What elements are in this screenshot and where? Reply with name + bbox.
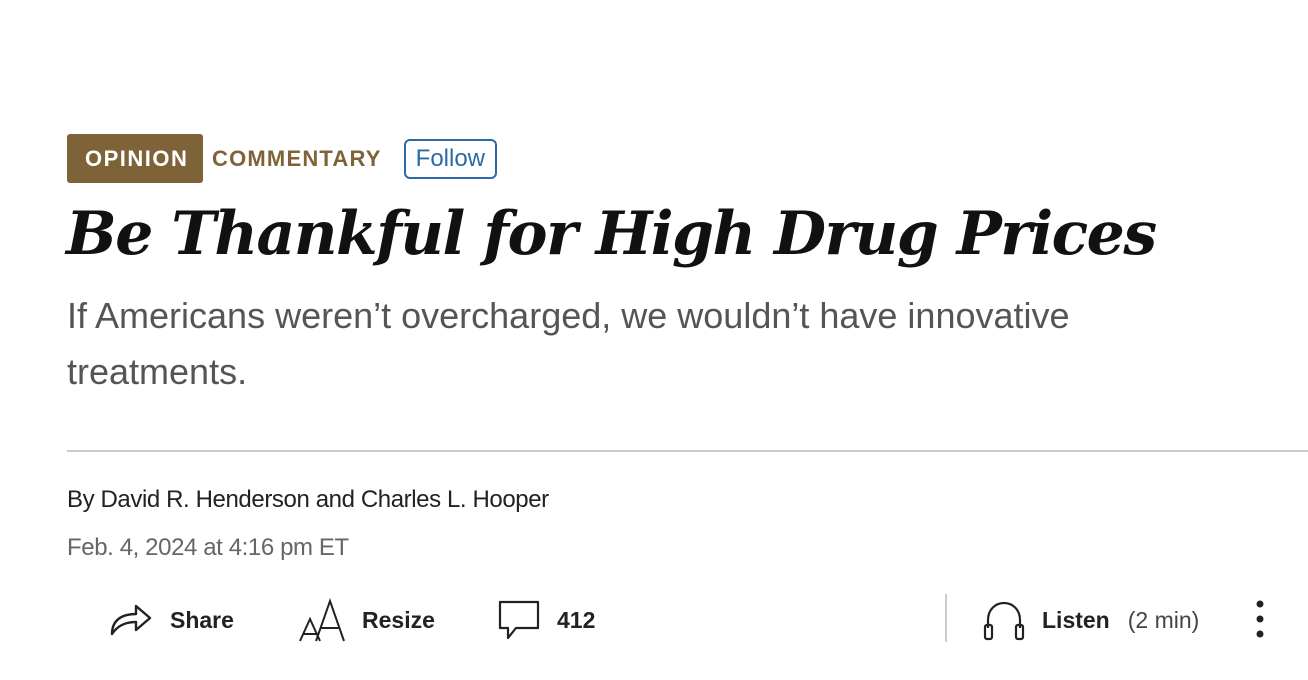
share-arrow-icon — [108, 600, 154, 640]
author-link-2[interactable]: Charles L. Hooper — [361, 486, 549, 513]
publish-timestamp: Feb. 4, 2024 at 4:16 pm ET — [67, 534, 349, 561]
author-link-1[interactable]: David R. Henderson — [101, 486, 310, 513]
vertical-ellipsis-icon — [1255, 597, 1265, 641]
share-button[interactable]: Share — [108, 592, 234, 648]
headphones-icon — [982, 598, 1026, 642]
article-toolbar: Share Resize 412 Listen (2 min) — [0, 592, 1308, 648]
byline: By David R. Henderson and Charles L. Hoo… — [67, 486, 549, 514]
follow-button[interactable]: Follow — [403, 138, 498, 179]
category-label[interactable]: COMMENTARY — [212, 146, 382, 172]
opinion-badge[interactable]: OPINION — [67, 134, 203, 183]
speech-bubble-icon — [497, 598, 541, 642]
section-tag-row: OPINION COMMENTARY Follow — [67, 134, 498, 183]
resize-label: Resize — [362, 606, 435, 633]
comment-count: 412 — [557, 606, 596, 633]
byline-joiner: and — [315, 486, 355, 513]
listen-label: Listen — [1042, 606, 1110, 633]
share-label: Share — [170, 606, 234, 633]
headline: Be Thankful for High Drug Prices — [66, 199, 1157, 269]
listen-button[interactable]: Listen (2 min) — [982, 592, 1199, 648]
dek-subheadline: If Americans weren’t overcharged, we wou… — [67, 295, 1070, 392]
more-options-button[interactable] — [1246, 594, 1274, 644]
divider — [67, 450, 1308, 452]
listen-duration: (2 min) — [1127, 606, 1200, 633]
byline-prefix: By — [67, 486, 95, 513]
toolbar-separator — [945, 594, 947, 642]
text-resize-icon — [298, 597, 346, 643]
resize-button[interactable]: Resize — [298, 592, 435, 648]
comments-button[interactable]: 412 — [497, 592, 595, 648]
